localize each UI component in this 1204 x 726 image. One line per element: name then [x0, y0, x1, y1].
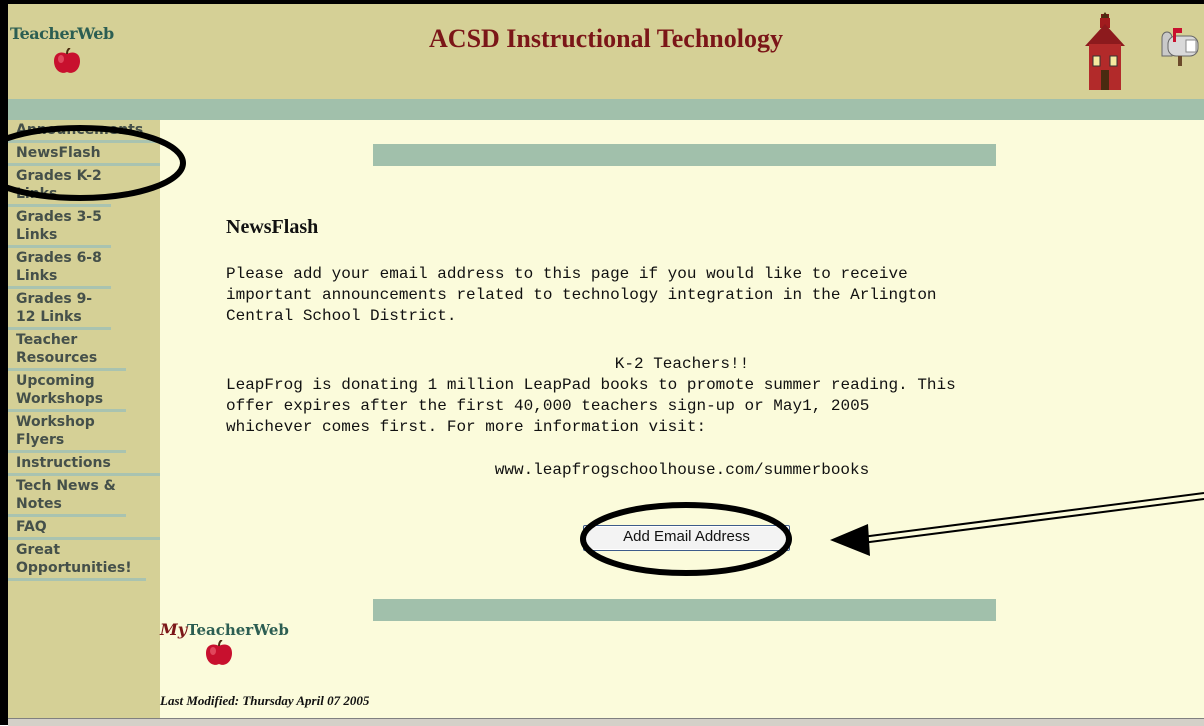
- last-modified-text: Last Modified: Thursday April 07 2005: [160, 693, 370, 708]
- sidebar-item-teacher-resources[interactable]: Teacher Resources: [8, 330, 126, 371]
- k2-title: K-2 Teachers!!: [614, 355, 750, 373]
- logo-my-text: My: [160, 620, 188, 639]
- sidebar-item-instructions[interactable]: Instructions: [8, 453, 160, 476]
- intro-text: Please add your email address to this pa…: [226, 265, 937, 325]
- k2-body: LeapFrog is donating 1 million LeapPad b…: [226, 376, 956, 436]
- sidebar-item-grades-k2[interactable]: Grades K-2 Links: [8, 166, 111, 207]
- bottom-divider-bar: [373, 599, 996, 621]
- site-title: ACSD Instructional Technology: [429, 24, 783, 53]
- main-content: NewsFlash Please add your email address …: [160, 120, 1204, 720]
- sidebar-item-grades-3-5[interactable]: Grades 3-5 Links: [8, 207, 111, 248]
- sidebar-item-great-opportunities[interactable]: Great Opportunities!: [8, 540, 146, 581]
- leapfrog-url[interactable]: www.leapfrogschoolhouse.com/summerbooks: [160, 460, 1204, 481]
- site-header: TeacherWeb ACSD Instructional Technology: [8, 4, 1204, 99]
- sidebar-item-faq[interactable]: FAQ: [8, 517, 160, 540]
- sidebar-item-grades-6-8[interactable]: Grades 6-8 Links: [8, 248, 111, 289]
- logo-teacherweb-text: TeacherWeb: [187, 621, 289, 639]
- sidebar-item-newsflash[interactable]: NewsFlash: [8, 143, 160, 166]
- sidebar-item-workshop-flyers[interactable]: Workshop Flyers: [8, 412, 126, 453]
- mailbox-icon[interactable]: [1148, 26, 1204, 66]
- sidebar-item-upcoming-workshops[interactable]: Upcoming Workshops: [8, 371, 126, 412]
- my-teacherweb-logo[interactable]: MyTeacherWeb: [160, 620, 289, 639]
- sidebar-nav: Announcements NewsFlash Grades K-2 Links…: [8, 120, 160, 720]
- schoolhouse-icon[interactable]: [1083, 12, 1127, 92]
- sidebar-item-grades-9-12[interactable]: Grades 9-12 Links: [8, 289, 111, 330]
- sidebar-item-announcements[interactable]: Announcements: [8, 120, 160, 143]
- header-band: [8, 99, 1204, 120]
- sidebar-item-tech-news[interactable]: Tech News & Notes: [8, 476, 126, 517]
- page-heading: NewsFlash: [226, 216, 319, 238]
- add-email-button[interactable]: Add Email Address: [583, 525, 790, 551]
- top-divider-bar: [373, 144, 996, 166]
- apple-icon: [206, 640, 232, 665]
